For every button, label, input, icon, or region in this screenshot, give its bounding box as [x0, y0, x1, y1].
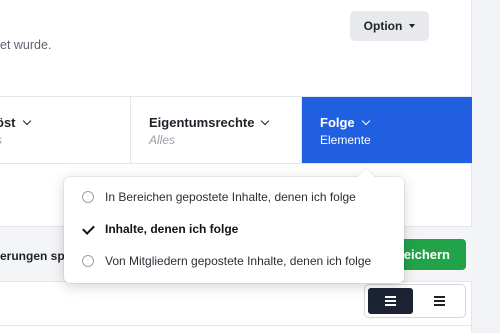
- chevron-down-icon: [22, 116, 31, 126]
- divider: [0, 325, 472, 326]
- view-toggle: [364, 284, 466, 318]
- dropdown-item-label: In Bereichen gepostete Inhalte, denen ic…: [105, 190, 356, 204]
- compact-list-icon: [434, 296, 445, 306]
- settings-label: erungen sp: [0, 249, 65, 263]
- filter-tab-subtitle: Alles: [149, 133, 176, 147]
- filter-tab-subtitle: s: [0, 133, 112, 147]
- filter-tab-folge[interactable]: Folge Elemente: [302, 97, 472, 163]
- chevron-down-icon: [361, 116, 370, 126]
- compact-list-button[interactable]: [417, 288, 462, 314]
- filter-tab-title: Folge: [320, 115, 355, 130]
- dropdown-item-spaces[interactable]: In Bereichen gepostete Inhalte, denen ic…: [64, 181, 404, 213]
- filter-tab-title: Eigentumsrechte: [149, 115, 255, 130]
- filter-tab-title: öst: [0, 115, 16, 130]
- caret-down-icon: [409, 24, 416, 28]
- radio-icon: [82, 191, 94, 203]
- dropdown-item-label: Von Mitgliedern gepostete Inhalte, denen…: [105, 254, 372, 268]
- option-button-label: Option: [363, 19, 403, 33]
- filter-tab-eigentumsrechte[interactable]: Eigentumsrechte Alles: [131, 97, 302, 163]
- dropdown-item-following[interactable]: Inhalte, denen ich folge: [64, 213, 404, 245]
- dropdown-item-label: Inhalte, denen ich folge: [105, 222, 239, 236]
- dropdown-item-members[interactable]: Von Mitgliedern gepostete Inhalte, denen…: [64, 245, 404, 277]
- list-view-icon: [385, 296, 396, 306]
- checkmark-icon: [82, 223, 94, 235]
- option-button[interactable]: Option: [350, 11, 429, 41]
- filter-tab-status[interactable]: öst s: [0, 97, 131, 163]
- follow-filter-dropdown: In Bereichen gepostete Inhalte, denen ic…: [64, 177, 404, 283]
- intro-text: et wurde.: [0, 38, 52, 52]
- filter-tab-subtitle: Elemente: [320, 133, 371, 147]
- filter-bar: öst s Eigentumsrechte Alles Folge Elemen…: [0, 96, 472, 164]
- radio-icon: [82, 255, 94, 267]
- list-view-button[interactable]: [368, 288, 413, 314]
- chevron-down-icon: [261, 116, 270, 126]
